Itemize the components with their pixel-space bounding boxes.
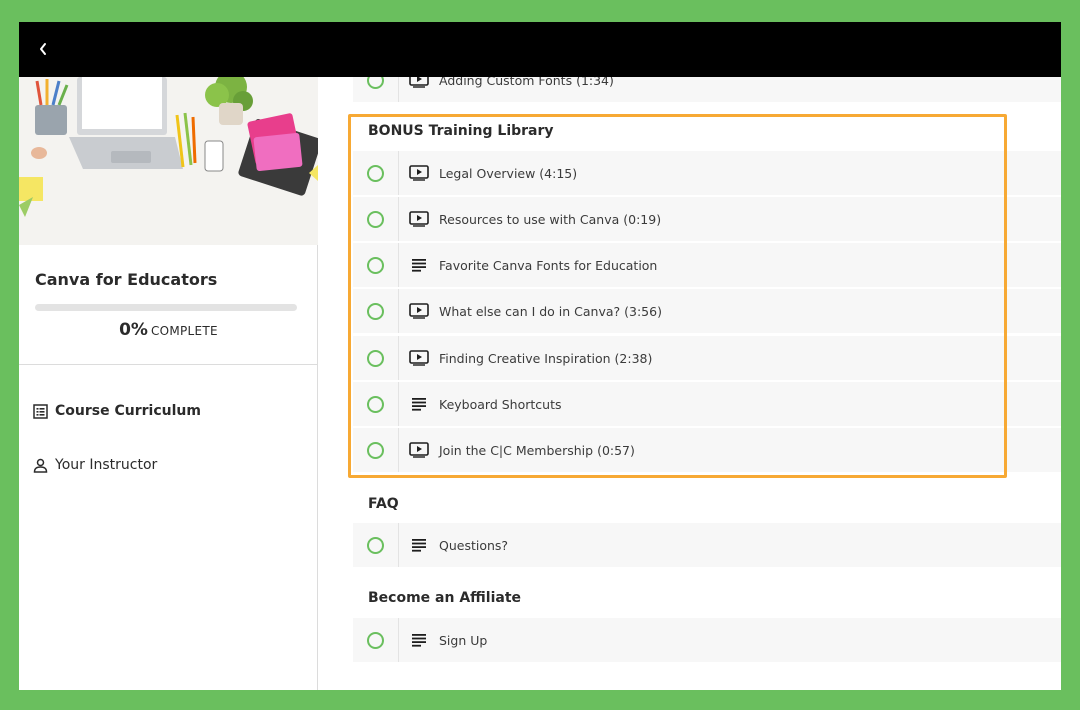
nav-your-instructor[interactable]: Your Instructor — [33, 457, 157, 473]
sidebar: Canva for Educators 0% COMPLETE Course Cu… — [19, 77, 318, 690]
nav-label-instructor: Your Instructor — [55, 457, 158, 473]
section-title: Become an Affiliate — [368, 590, 522, 606]
section-title: BONUS Training Library — [368, 123, 554, 139]
video-icon — [409, 303, 429, 319]
nav-label-curriculum: Course Curriculum — [55, 403, 201, 419]
lesson-label: Keyboard Shortcuts — [439, 396, 562, 412]
sidebar-divider — [19, 364, 318, 365]
text-icon — [412, 259, 426, 272]
lesson-row[interactable]: Keyboard Shortcuts — [353, 382, 1061, 426]
text-icon — [412, 634, 426, 647]
completion-checkbox[interactable] — [353, 523, 399, 567]
lesson-row[interactable]: Resources to use with Canva (0:19) — [353, 197, 1061, 241]
top-bar — [19, 22, 1061, 77]
completion-checkbox[interactable] — [353, 382, 399, 426]
lesson-row[interactable]: Questions? — [353, 523, 1061, 567]
lesson-label: Legal Overview (4:15) — [439, 165, 578, 181]
app-frame: Canva for Educators 0% COMPLETE Course Cu… — [19, 22, 1061, 690]
text-icon — [412, 398, 426, 411]
back-button[interactable] — [31, 37, 55, 61]
lesson-label: Finding Creative Inspiration (2:38) — [439, 350, 653, 366]
lesson-row[interactable]: Finding Creative Inspiration (2:38) — [353, 336, 1061, 380]
lesson-row[interactable]: Join the C|C Membership (0:57) — [353, 428, 1061, 472]
progress-percent: 0% — [119, 320, 148, 340]
chevron-left-icon — [40, 43, 46, 55]
completion-checkbox[interactable] — [353, 289, 399, 333]
lesson-label: Questions? — [439, 537, 509, 553]
progress-bar — [35, 304, 297, 311]
lesson-row[interactable]: Sign Up — [353, 618, 1061, 662]
completion-checkbox[interactable] — [353, 151, 399, 195]
lesson-label: Favorite Canva Fonts for Education — [439, 257, 658, 273]
nav-course-curriculum[interactable]: Course Curriculum — [33, 403, 201, 419]
lesson-label: Resources to use with Canva (0:19) — [439, 211, 662, 227]
course-title: Canva for Educators — [35, 270, 218, 289]
curriculum-main: Adding Custom Fonts (1:34) BONUS Trainin… — [318, 22, 1061, 690]
lesson-label: Sign Up — [439, 632, 488, 648]
progress-text: 0% COMPLETE — [19, 320, 318, 340]
completion-checkbox[interactable] — [353, 197, 399, 241]
lesson-row[interactable]: Favorite Canva Fonts for Education — [353, 243, 1061, 287]
completion-checkbox[interactable] — [353, 243, 399, 287]
text-icon — [412, 539, 426, 552]
lesson-row[interactable]: What else can I do in Canva? (3:56) — [353, 289, 1061, 333]
list-icon — [33, 403, 48, 419]
completion-checkbox[interactable] — [353, 336, 399, 380]
lesson-label: What else can I do in Canva? (3:56) — [439, 303, 662, 319]
completion-checkbox[interactable] — [353, 428, 399, 472]
progress-label: COMPLETE — [150, 324, 218, 338]
completion-checkbox[interactable] — [353, 618, 399, 662]
video-icon — [409, 165, 429, 181]
course-hero-image — [19, 77, 318, 245]
video-icon — [409, 211, 429, 227]
video-icon — [409, 350, 429, 366]
lesson-label: Join the C|C Membership (0:57) — [439, 442, 635, 458]
video-icon — [409, 442, 429, 458]
lesson-row[interactable]: Legal Overview (4:15) — [353, 151, 1061, 195]
section-title: FAQ — [368, 496, 399, 512]
person-icon — [33, 458, 48, 473]
